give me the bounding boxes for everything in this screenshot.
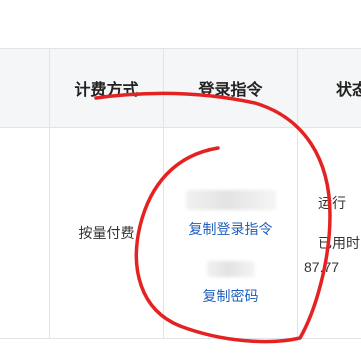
- cell-previous: [0, 127, 50, 339]
- table-header: 计费方式 登录指令 状态: [0, 48, 361, 128]
- cell-billing-method: 按量付费: [49, 127, 164, 339]
- column-header-login-command: 登录指令: [163, 48, 298, 128]
- status-running-text: 运行: [318, 195, 346, 211]
- table-row: 按量付费 复制登录指令 复制密码 运行 已用时 87.77: [0, 127, 361, 339]
- cell-login-command: 复制登录指令 复制密码: [163, 127, 298, 339]
- instance-table-viewport: 计费方式 登录指令 状态 按量付费 复制登录指令 复制密码 运行 已用时 87.…: [0, 0, 361, 361]
- redacted-login-command: [185, 190, 276, 210]
- column-header-billing: 计费方式: [49, 48, 164, 128]
- instance-table: 计费方式 登录指令 状态 按量付费 复制登录指令 复制密码 运行 已用时 87.…: [0, 48, 361, 339]
- redacted-password: [206, 261, 255, 277]
- copy-password-link[interactable]: 复制密码: [203, 286, 259, 306]
- column-header-status: 状态: [297, 48, 361, 128]
- status-used-time-label: 已用时: [318, 235, 360, 251]
- status-used-time-value: 87.77: [304, 259, 340, 275]
- copy-login-command-link[interactable]: 复制登录指令: [189, 219, 273, 239]
- column-header-previous: [0, 48, 50, 128]
- instance-list-view: 计费方式 登录指令 状态 按量付费 复制登录指令 复制密码 运行 已用时 87.…: [0, 0, 361, 361]
- table-header-row: 计费方式 登录指令 状态: [0, 48, 361, 128]
- cell-status: 运行 已用时 87.77: [297, 127, 361, 339]
